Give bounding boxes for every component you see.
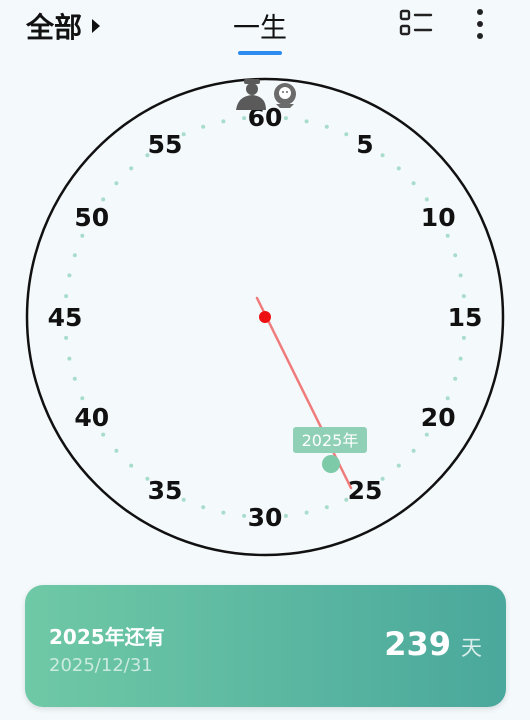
- minute-dot: [445, 396, 450, 401]
- minute-dot: [324, 505, 329, 510]
- minute-dot: [64, 335, 69, 340]
- days-remaining-value: 239: [384, 625, 451, 663]
- current-year-dot: [322, 455, 340, 473]
- year-label-35: 35: [148, 476, 183, 505]
- current-year-label: 2025年: [302, 431, 359, 450]
- minute-dot: [304, 510, 309, 515]
- minute-dot: [411, 448, 416, 453]
- minute-dot: [453, 253, 458, 258]
- minute-dot: [72, 376, 77, 381]
- life-clock-face: 60510152025303540455055 2025年: [25, 77, 505, 557]
- category-filter-label: 全部: [26, 11, 83, 44]
- minute-dot: [396, 463, 401, 468]
- minute-dot: [461, 335, 466, 340]
- minute-dot: [283, 513, 288, 518]
- minute-dot: [283, 116, 288, 121]
- year-label-10: 10: [421, 203, 456, 232]
- tab-active-indicator: [238, 51, 282, 55]
- more-vertical-icon[interactable]: [468, 6, 492, 42]
- minute-dot: [461, 294, 466, 299]
- top-bar: 全部 一生: [0, 0, 530, 60]
- caret-right-icon: [92, 19, 101, 33]
- minute-dot: [424, 197, 429, 202]
- category-filter[interactable]: 全部: [26, 6, 101, 46]
- minute-dot: [80, 396, 85, 401]
- clock-center-dot: [259, 311, 271, 323]
- minute-dot: [380, 153, 385, 158]
- minute-dot: [396, 166, 401, 171]
- year-label-5: 5: [356, 130, 373, 159]
- list-view-icon[interactable]: [398, 8, 434, 38]
- minute-dot: [67, 273, 72, 278]
- card-end-date: 2025/12/31: [49, 655, 153, 676]
- minute-dot: [114, 181, 119, 186]
- minute-dot: [101, 197, 106, 202]
- year-label-55: 55: [148, 130, 183, 159]
- minute-dot: [458, 356, 463, 361]
- minute-dot: [72, 253, 77, 258]
- year-label-45: 45: [48, 303, 83, 332]
- minute-dot: [445, 233, 450, 238]
- baby-icon: [274, 83, 296, 108]
- person-icon: [236, 79, 266, 110]
- year-remaining-card[interactable]: 2025年还有 2025/12/31 239 天: [25, 585, 506, 707]
- minute-dot: [424, 432, 429, 437]
- minute-dot: [221, 119, 226, 124]
- minute-dot: [344, 132, 349, 137]
- days-remaining: 239 天: [384, 625, 482, 663]
- minute-dot: [101, 432, 106, 437]
- minute-dot: [129, 463, 134, 468]
- minute-dot: [201, 124, 206, 129]
- life-clock-page: 全部 一生 60510152025303540455055: [0, 0, 530, 720]
- current-year-marker[interactable]: 2025年: [293, 427, 367, 473]
- minute-dot: [201, 505, 206, 510]
- minute-dot: [453, 376, 458, 381]
- minute-dot: [129, 166, 134, 171]
- minute-dot: [221, 510, 226, 515]
- minute-dot: [411, 181, 416, 186]
- year-label-50: 50: [74, 203, 109, 232]
- days-remaining-unit: 天: [461, 636, 482, 660]
- tab-lifetime[interactable]: 一生: [228, 6, 292, 55]
- minute-dot: [324, 124, 329, 129]
- minute-dot: [458, 273, 463, 278]
- minute-dot: [304, 119, 309, 124]
- minute-dot: [67, 356, 72, 361]
- minute-dot: [114, 448, 119, 453]
- year-label-15: 15: [448, 303, 483, 332]
- tab-lifetime-label: 一生: [233, 13, 287, 44]
- card-title: 2025年还有: [49, 625, 165, 649]
- year-label-40: 40: [74, 403, 109, 432]
- minute-dot: [64, 294, 69, 299]
- minute-dot: [80, 233, 85, 238]
- minute-dot: [242, 513, 247, 518]
- year-label-20: 20: [421, 403, 456, 432]
- year-label-25: 25: [348, 476, 383, 505]
- year-label-30: 30: [248, 503, 283, 532]
- minute-dot: [242, 116, 247, 121]
